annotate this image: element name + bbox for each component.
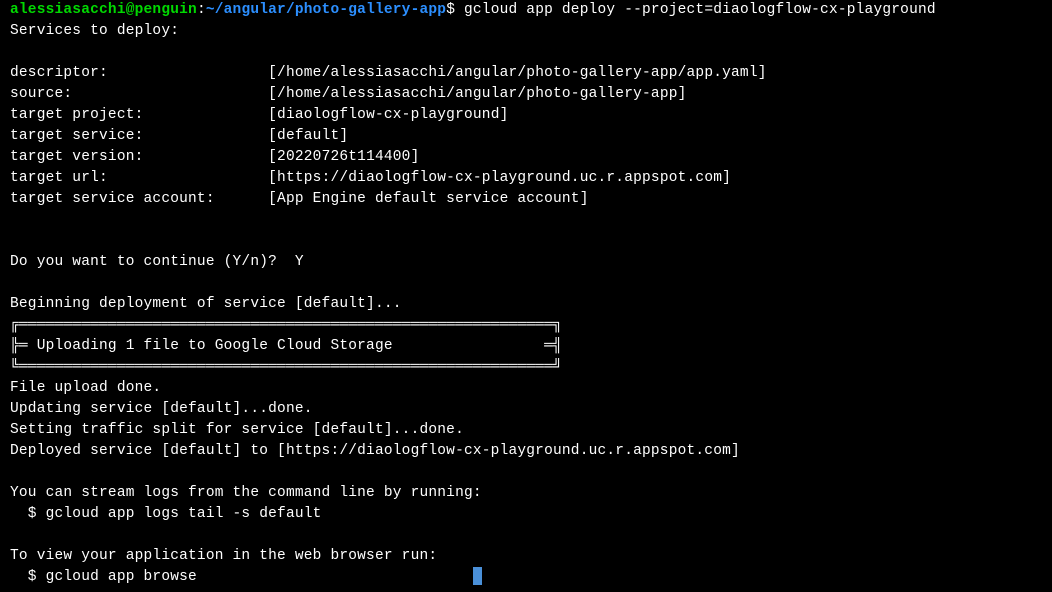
target-project-value: [diaologflow-cx-playground]: [268, 107, 508, 123]
progress-box-bottom: ╚═══════════════════════════════════════…: [10, 359, 562, 375]
command-text: gcloud app deploy --project=diaologflow-…: [455, 2, 936, 18]
view-app-hint: To view your application in the web brow…: [10, 548, 437, 564]
target-service-value: [default]: [268, 128, 348, 144]
traffic-split: Setting traffic split for service [defau…: [10, 422, 464, 438]
descriptor-value: [/home/alessiasacchi/angular/photo-galle…: [268, 65, 766, 81]
descriptor-label: descriptor:: [10, 65, 268, 81]
target-version-value: [20220726t114400]: [268, 149, 419, 165]
cursor: [473, 567, 482, 585]
prompt-user: alessiasacchi@penguin: [10, 2, 197, 18]
terminal-output[interactable]: alessiasacchi@penguin:~/angular/photo-ga…: [10, 0, 1042, 588]
prompt-separator: :: [197, 2, 206, 18]
progress-box-mid: ╠═ Uploading 1 file to Google Cloud Stor…: [10, 338, 562, 354]
updating-service: Updating service [default]...done.: [10, 401, 313, 417]
target-project-label: target project:: [10, 107, 268, 123]
file-upload-done: File upload done.: [10, 380, 161, 396]
view-app-cmd: $ gcloud app browse: [10, 569, 197, 585]
prompt-symbol: $: [446, 2, 455, 18]
stream-logs-cmd: $ gcloud app logs tail -s default: [10, 506, 322, 522]
begin-deploy: Beginning deployment of service [default…: [10, 296, 402, 312]
target-service-label: target service:: [10, 128, 268, 144]
deployed-service: Deployed service [default] to [https://d…: [10, 443, 740, 459]
target-url-label: target url:: [10, 170, 268, 186]
prompt-path: ~/angular/photo-gallery-app: [206, 2, 446, 18]
services-header: Services to deploy:: [10, 23, 179, 39]
progress-box-top: ╔═══════════════════════════════════════…: [10, 317, 562, 333]
source-label: source:: [10, 86, 268, 102]
target-url-value: [https://diaologflow-cx-playground.uc.r.…: [268, 170, 731, 186]
source-value: [/home/alessiasacchi/angular/photo-galle…: [268, 86, 686, 102]
target-sa-value: [App Engine default service account]: [268, 191, 588, 207]
target-version-label: target version:: [10, 149, 268, 165]
target-sa-label: target service account:: [10, 191, 268, 207]
confirm-prompt: Do you want to continue (Y/n)? Y: [10, 254, 304, 270]
stream-logs-hint: You can stream logs from the command lin…: [10, 485, 482, 501]
